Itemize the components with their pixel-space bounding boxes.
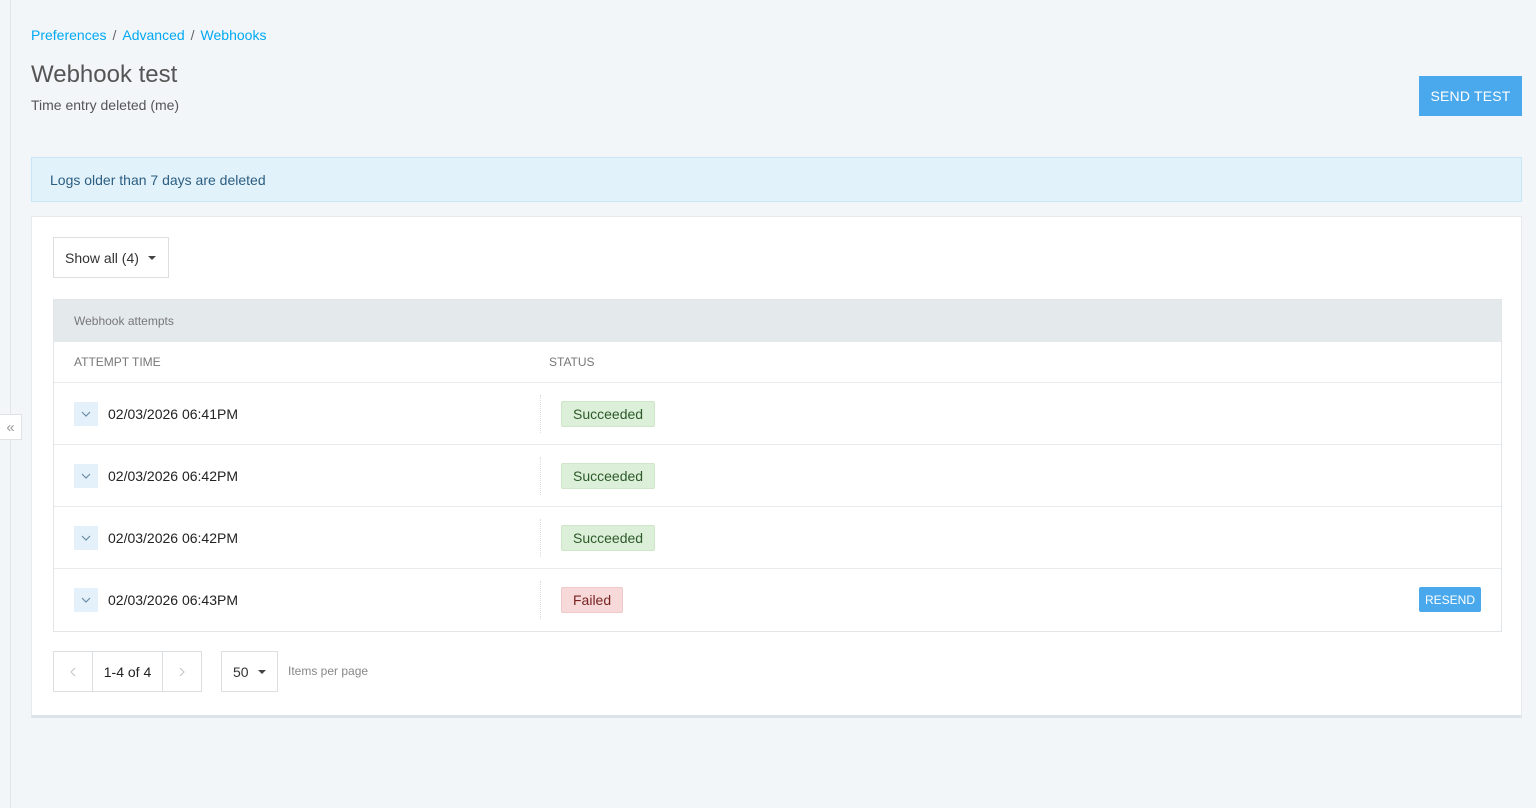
items-per-page-label: Items per page [288,664,369,678]
chevron-down-icon [81,597,91,603]
status-badge: Failed [561,587,624,613]
caret-down-icon [147,255,156,260]
chevron-down-icon [81,473,91,479]
breadcrumb-separator: / [190,27,195,43]
attempt-time-cell: 02/03/2026 06:42PM [54,445,540,506]
expand-row-button[interactable] [74,525,98,550]
breadcrumb-advanced[interactable]: Advanced [122,27,184,43]
status-badge: Succeeded [561,462,656,489]
expand-row-button[interactable] [74,588,98,612]
prev-page-button[interactable] [53,651,93,692]
send-test-button[interactable]: SEND TEST [1419,76,1522,116]
attempt-time-cell: 02/03/2026 06:42PM [54,507,540,568]
table-row: 02/03/2026 06:42PM Succeeded [54,445,1501,507]
status-badge: Succeeded [561,400,656,427]
status-cell: Succeeded [540,456,1501,495]
expand-row-button[interactable] [74,401,98,426]
next-page-button[interactable] [162,651,202,692]
attempt-time: 02/03/2026 06:43PM [108,592,238,608]
breadcrumb-preferences[interactable]: Preferences [31,27,106,43]
pagination: 1-4 of 4 [53,651,202,692]
webhook-logs-card: Show all (4) Webhook attempts ATTEMPT TI… [31,216,1522,718]
attempt-time: 02/03/2026 06:42PM [108,529,238,546]
status-badge: Succeeded [561,524,656,551]
attempts-table: Webhook attempts ATTEMPT TIME STATUS 02/… [53,299,1502,632]
page-range: 1-4 of 4 [93,651,162,692]
attempt-time: 02/03/2026 06:42PM [108,467,238,484]
page-title: Webhook test [31,61,178,88]
status-cell: Succeeded [540,394,1501,433]
resend-button[interactable]: RESEND [1419,587,1481,612]
attempt-time-cell: 02/03/2026 06:43PM [54,569,540,631]
breadcrumb-webhooks[interactable]: Webhooks [201,27,267,43]
column-header-status: STATUS [549,355,595,369]
filter-dropdown-value: Show all (4) [65,249,139,266]
column-header-attempt-time: ATTEMPT TIME [74,355,161,369]
caret-down-icon [257,669,266,674]
table-row: 02/03/2026 06:41PM Succeeded [54,383,1501,445]
chevron-down-icon [81,535,91,541]
expand-row-button[interactable] [74,463,98,488]
attempt-time-cell: 02/03/2026 06:41PM [54,383,540,444]
breadcrumb-separator: / [112,27,117,43]
chevron-right-icon [179,667,185,676]
status-cell: Failed [540,581,1501,619]
chevron-left-icon [70,667,76,676]
filter-dropdown[interactable]: Show all (4) [53,237,169,278]
breadcrumb: Preferences / Advanced / Webhooks [31,27,266,43]
table-row: 02/03/2026 06:43PM Failed RESEND [54,569,1501,631]
table-header: ATTEMPT TIME STATUS [54,342,1501,383]
chevron-down-icon [81,411,91,417]
items-per-page-dropdown[interactable]: 50 [221,651,278,692]
attempt-time: 02/03/2026 06:41PM [108,405,238,422]
status-cell: Succeeded [540,518,1501,557]
left-rail [0,0,11,808]
collapse-sidebar-button[interactable]: « [0,414,22,440]
info-banner-text: Logs older than 7 days are deleted [50,171,266,188]
page-subtitle: Time entry deleted (me) [31,97,180,113]
table-row: 02/03/2026 06:42PM Succeeded [54,507,1501,569]
double-chevron-left-icon: « [6,418,15,436]
info-banner: Logs older than 7 days are deleted [31,157,1522,202]
table-caption: Webhook attempts [54,300,1501,342]
items-per-page-value: 50 [233,663,249,680]
